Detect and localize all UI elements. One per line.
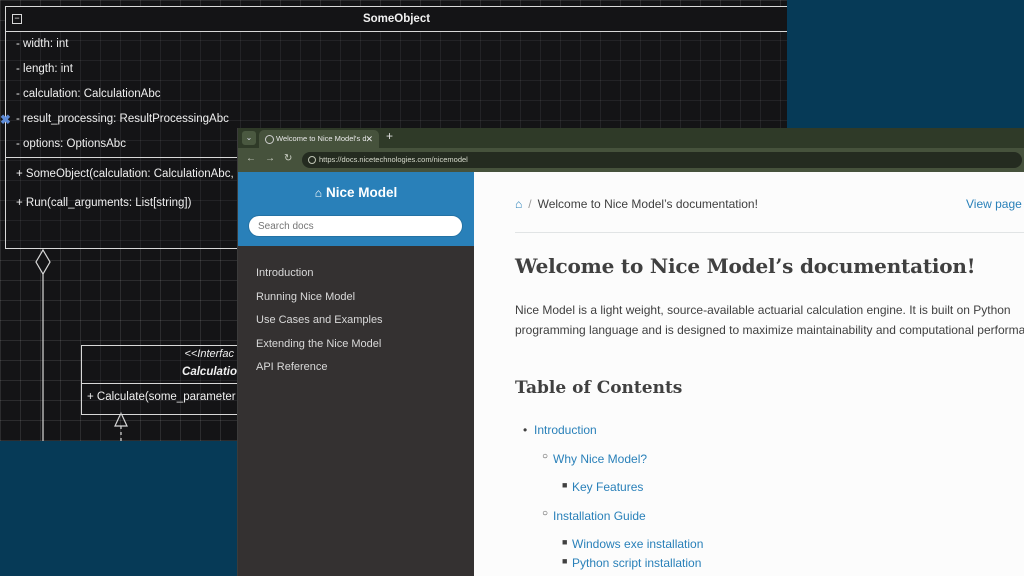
toc-link-installation[interactable]: Installation Guide xyxy=(553,509,646,523)
browser-tab-active[interactable]: Welcome to Nice Model's doc ✕ xyxy=(259,130,379,148)
bullet-icon: ■ xyxy=(562,556,568,566)
move-handle-icon[interactable]: ✖ xyxy=(0,112,11,128)
bullet-icon: ○ xyxy=(542,451,549,462)
sidebar-item-api-reference[interactable]: API Reference xyxy=(238,356,474,380)
uml-class-name: SomeObject xyxy=(362,13,431,25)
sidebar-header: ⌂ Nice Model xyxy=(238,172,474,246)
toc-link-python[interactable]: Python script installation xyxy=(572,556,701,570)
sidebar-item-introduction[interactable]: Introduction xyxy=(238,262,474,286)
sidebar-item-running[interactable]: Running Nice Model xyxy=(238,286,474,310)
close-tab-icon[interactable]: ✕ xyxy=(365,130,373,148)
browser-window: ⌄ Welcome to Nice Model's doc ✕ + ← → ↻ … xyxy=(237,128,1024,576)
toc-link-windows[interactable]: Windows exe installation xyxy=(572,537,703,551)
forward-icon[interactable]: → xyxy=(265,153,275,164)
browser-toolbar: ← → ↻ https://docs.nicetechnologies.com/… xyxy=(238,148,1024,172)
home-icon: ⌂ xyxy=(314,186,322,200)
uml-attribute[interactable]: - length: int xyxy=(6,57,787,82)
docs-content: ⌂ / Welcome to Nice Model’s documentation!… xyxy=(474,172,1024,576)
uml-attribute[interactable]: - calculation: CalculationAbc xyxy=(6,82,787,107)
address-bar[interactable]: https://docs.nicetechnologies.com/nicemo… xyxy=(302,152,1022,168)
brand-name: Nice Model xyxy=(325,185,398,200)
search-input[interactable] xyxy=(248,215,463,237)
bullet-icon: ■ xyxy=(562,480,568,490)
uml-class-header: − SomeObject xyxy=(6,7,787,32)
breadcrumb-separator: / xyxy=(528,197,532,211)
bullet-icon: • xyxy=(523,423,528,437)
aggregation-diamond xyxy=(35,248,51,276)
collapse-icon[interactable]: − xyxy=(12,14,22,24)
bullet-icon: ■ xyxy=(562,537,568,547)
intro-paragraph: Nice Model is a light weight, source-ava… xyxy=(515,303,1024,337)
reload-icon[interactable]: ↻ xyxy=(284,153,292,164)
bullet-icon: ○ xyxy=(542,508,549,519)
sidebar-nav: Introduction Running Nice Model Use Case… xyxy=(238,262,474,380)
toc-heading: Table of Contents xyxy=(515,378,683,398)
toc-link-why[interactable]: Why Nice Model? xyxy=(553,452,647,466)
tab-title: Welcome to Nice Model's doc xyxy=(276,134,366,143)
tab-strip: ⌄ Welcome to Nice Model's doc ✕ + xyxy=(238,128,1024,148)
new-tab-button[interactable]: + xyxy=(386,129,393,143)
toc-link-introduction[interactable]: Introduction xyxy=(534,423,597,437)
globe-icon xyxy=(265,135,274,144)
brand-link[interactable]: ⌂ Nice Model xyxy=(238,185,474,200)
toc-link-features[interactable]: Key Features xyxy=(572,480,643,494)
sidebar-item-use-cases[interactable]: Use Cases and Examples xyxy=(238,309,474,333)
divider xyxy=(515,232,1024,233)
breadcrumb-current: Welcome to Nice Model’s documentation! xyxy=(537,197,758,211)
page-title: Welcome to Nice Model’s documentation! xyxy=(515,254,976,278)
site-info-icon[interactable] xyxy=(308,156,316,164)
tab-search-icon[interactable]: ⌄ xyxy=(242,131,256,145)
home-icon[interactable]: ⌂ xyxy=(515,197,522,211)
docs-sidebar: ⌂Nice Model Introduction Running Nice Mo… xyxy=(238,172,474,576)
view-page-source-link[interactable]: View page xyxy=(966,197,1022,211)
url-text: https://docs.nicetechnologies.com/nicemo… xyxy=(319,155,468,164)
back-icon[interactable]: ← xyxy=(246,153,256,164)
sidebar-item-extending[interactable]: Extending the Nice Model xyxy=(238,333,474,357)
breadcrumb: ⌂ / Welcome to Nice Model’s documentation! xyxy=(515,197,758,211)
uml-attribute[interactable]: - width: int xyxy=(6,32,787,57)
